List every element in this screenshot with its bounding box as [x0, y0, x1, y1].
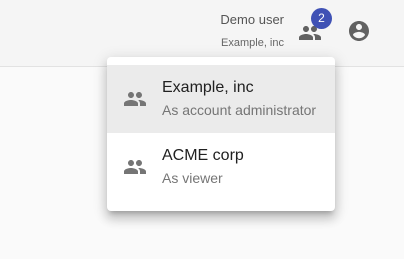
current-organization: Example, inc: [221, 37, 284, 49]
account-name: Example, inc: [162, 79, 254, 96]
account-role: As viewer: [162, 170, 223, 186]
account-circle-icon: [349, 21, 369, 41]
account-switcher-menu: Example, inc As account administrator AC…: [107, 57, 335, 211]
account-menu-item-example-inc[interactable]: Example, inc As account administrator: [107, 65, 335, 133]
profile-button[interactable]: [347, 19, 371, 43]
user-info: Demo user Example, inc: [220, 12, 284, 50]
people-icon: [124, 92, 146, 106]
people-icon: [124, 160, 146, 174]
account-menu-item-acme-corp[interactable]: ACME corp As viewer: [107, 133, 335, 201]
account-name: ACME corp: [162, 147, 244, 164]
user-name: Demo user: [220, 12, 284, 27]
account-role: As account administrator: [162, 102, 317, 118]
accounts-count-badge: 2: [311, 8, 332, 29]
